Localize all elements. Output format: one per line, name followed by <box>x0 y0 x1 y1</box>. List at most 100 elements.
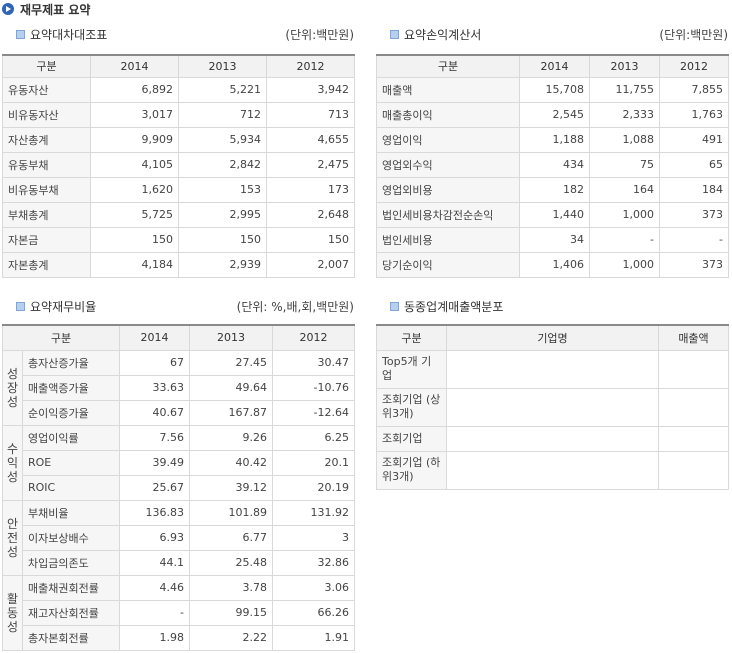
row-label: 매출총이익 <box>376 101 520 128</box>
row-label: 조회기업 <box>376 425 447 452</box>
row-label: 자산총계 <box>2 126 91 153</box>
row-label: ROIC <box>22 474 120 501</box>
cell-value: 167.87 <box>189 399 273 426</box>
balance-header: 요약대차대조표 (단위:백만원) <box>2 24 354 44</box>
play-circle-icon <box>2 3 14 15</box>
cell-value: 3 <box>272 524 355 551</box>
cell-value: 131.92 <box>272 499 355 526</box>
sales-cell <box>658 349 729 389</box>
income-header: 요약손익계산서 (단위:백만원) <box>376 24 728 44</box>
page-title: 재무제표 요약 <box>20 2 91 17</box>
table-row: 매출액 15,708 11,755 7,855 <box>376 76 729 103</box>
table-row: 자본총계 4,184 2,939 2,007 <box>2 251 355 278</box>
balance-table: 구분 2014 2013 2012 유동자산 6,892 5,221 3,942 비유동… <box>2 54 355 278</box>
row-label: 총자산증가율 <box>22 349 120 376</box>
table-row: 영업외수익 434 75 65 <box>376 151 729 178</box>
cell-value: 3,017 <box>90 101 179 128</box>
table-row: 부채총계 5,725 2,995 2,648 <box>2 201 355 228</box>
cell-value: 99.15 <box>189 599 273 626</box>
ratio-title: 요약재무비율 <box>30 300 97 314</box>
row-label: 영업이익 <box>376 126 520 153</box>
row-label: 자본총계 <box>2 251 91 278</box>
row-label: 유동자산 <box>2 76 91 103</box>
cell-value: 6.93 <box>119 524 190 551</box>
cell-value: 2,475 <box>266 151 355 178</box>
sales-cell <box>658 450 729 490</box>
cell-value: 1,188 <box>519 126 590 153</box>
company-name-cell <box>446 387 659 427</box>
group-label: 수익성 <box>2 424 23 501</box>
cell-value: 373 <box>659 201 729 228</box>
cell-value: 1,620 <box>90 176 179 203</box>
cell-value: 25.67 <box>119 474 190 501</box>
col-header: 2012 <box>272 324 355 351</box>
cell-value: 173 <box>266 176 355 203</box>
cell-value: 6,892 <box>90 76 179 103</box>
cell-value: 136.83 <box>119 499 190 526</box>
cell-value: 66.26 <box>272 599 355 626</box>
industry-title: 동종업계매출액분포 <box>404 300 504 314</box>
row-label: 영업외수익 <box>376 151 520 178</box>
cell-value: 2,842 <box>178 151 267 178</box>
table-row: 조회기업 (상위3개) <box>376 387 729 427</box>
col-header: 2014 <box>519 54 590 78</box>
sales-cell <box>658 425 729 452</box>
table-row: 성장성 총자산증가율 67 27.45 30.47 <box>2 349 355 426</box>
cell-value: 9,909 <box>90 126 179 153</box>
table-row: 유동자산 6,892 5,221 3,942 <box>2 76 355 103</box>
row-label: 매출액 <box>376 76 520 103</box>
balance-section: 요약대차대조표 (단위:백만원) <box>2 24 354 44</box>
ratio-section: 요약재무비율 (단위: %,배,회,백만원) <box>2 296 354 316</box>
row-label: 매출채권회전률 <box>22 574 120 601</box>
row-label: 순이익증가율 <box>22 399 120 426</box>
group-label-text: 활동성 <box>6 591 19 634</box>
row-label: 재고자산회전률 <box>22 599 120 626</box>
cell-value: 713 <box>266 101 355 128</box>
row-label: 이자보상배수 <box>22 524 120 551</box>
sales-cell <box>658 387 729 427</box>
table-row: 자산총계 9,909 5,934 4,655 <box>2 126 355 153</box>
table-row: 영업이익 1,188 1,088 491 <box>376 126 729 153</box>
table-row: 조회기업 (하위3개) <box>376 450 729 490</box>
row-label: 차입금의존도 <box>22 549 120 576</box>
table-header-row: 구분 2014 2013 2012 <box>2 324 355 351</box>
col-header: 2014 <box>90 54 179 78</box>
cell-value: 44.1 <box>119 549 190 576</box>
table-row: 자본금 150 150 150 <box>2 226 355 253</box>
row-label: 조회기업 (상위3개) <box>376 387 447 427</box>
cell-value: 1,000 <box>589 251 660 278</box>
table-header-row: 구분 2014 2013 2012 <box>2 54 355 78</box>
col-header: 2012 <box>266 54 355 78</box>
table-row: 매출총이익 2,545 2,333 1,763 <box>376 101 729 128</box>
table-row: 영업외비용 182 164 184 <box>376 176 729 203</box>
row-label: Top5개 기업 <box>376 349 447 389</box>
industry-section: 동종업계매출액분포 <box>376 296 728 316</box>
cell-value: 1.98 <box>119 624 190 651</box>
square-bullet-icon <box>16 30 25 39</box>
table-row: 법인세비용차감전순손익 1,440 1,000 373 <box>376 201 729 228</box>
table-header-row: 구분 기업명 매출액 <box>376 324 729 351</box>
cell-value: 150 <box>178 226 267 253</box>
group-label-text: 수익성 <box>6 441 19 484</box>
table-row: 매출액증가율 33.63 49.64 -10.76 <box>3 374 355 401</box>
table-row: 활동성 매출채권회전률 4.46 3.78 3.06 <box>2 574 355 651</box>
cell-value: 1,088 <box>589 126 660 153</box>
cell-value: 3,942 <box>266 76 355 103</box>
cell-value: 184 <box>659 176 729 203</box>
cell-value: 39.12 <box>189 474 273 501</box>
cell-value: - <box>659 226 729 253</box>
row-label: 매출액증가율 <box>22 374 120 401</box>
col-header: 2013 <box>589 54 660 78</box>
cell-value: 6.77 <box>189 524 273 551</box>
cell-value: - <box>589 226 660 253</box>
cell-value: 30.47 <box>272 349 355 376</box>
square-bullet-icon <box>390 302 399 311</box>
cell-value: 7,855 <box>659 76 729 103</box>
cell-value: 4.46 <box>119 574 190 601</box>
row-label: 법인세비용 <box>376 226 520 253</box>
cell-value: 20.19 <box>272 474 355 501</box>
cell-value: 2,939 <box>178 251 267 278</box>
table-row: 안전성 부채비율 136.83 101.89 131.92 <box>2 499 355 576</box>
row-label: 조회기업 (하위3개) <box>376 450 447 490</box>
table-row: 차입금의존도 44.1 25.48 32.86 <box>3 549 355 576</box>
